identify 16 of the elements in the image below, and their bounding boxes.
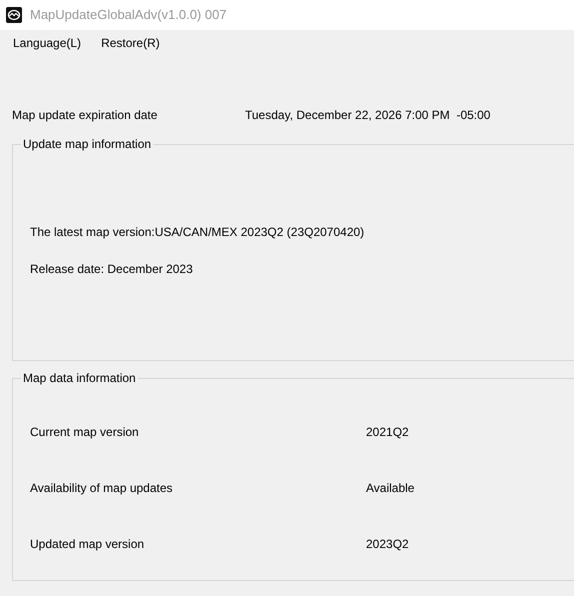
expiration-label: Map update expiration date [12, 107, 158, 124]
field-value: 2023Q2 [366, 536, 409, 553]
menu-item[interactable]: Restore(R) [92, 30, 169, 55]
window-title: MapUpdateGlobalAdv(v1.0.0) 007 [30, 6, 227, 24]
panel-title: Update map information [22, 136, 152, 153]
info-text: Release date: December 2023 [30, 261, 194, 278]
panel-title: Map data information [22, 370, 137, 387]
expiration-value: Tuesday, December 22, 2026 7:00 PM -05:00 [245, 107, 490, 124]
field-label: Current map version [30, 424, 140, 441]
field-value: 2021Q2 [366, 424, 409, 441]
menu-item[interactable]: Language(L) [4, 30, 90, 55]
app-logo-icon [6, 7, 22, 23]
field-label: Updated map version [30, 536, 146, 553]
field-label: Availability of map updates [30, 480, 174, 497]
field-value: Available [366, 480, 414, 497]
info-text: The latest map version:USA/CAN/MEX 2023Q2 (23Q2070420) [30, 224, 366, 241]
